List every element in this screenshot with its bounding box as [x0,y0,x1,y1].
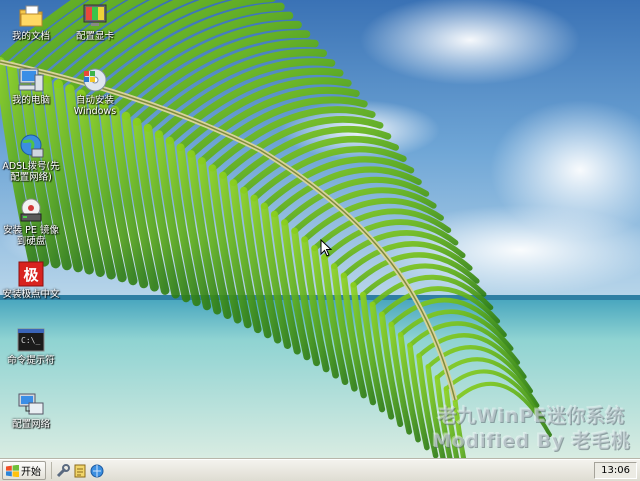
windows-setup-cd-icon [80,66,110,94]
system-tray: 13:06 [594,462,637,479]
icon-label: 安装 PE 镜像 到硬盘 [3,225,59,247]
desktop-icon-command-prompt[interactable]: C:\_ 命令提示符 [0,326,62,366]
tool-icon[interactable] [56,463,70,478]
browser-icon[interactable] [90,464,104,478]
mouse-cursor-icon [320,239,332,257]
quick-launch-bar [51,462,104,479]
desktop-icon-windows-setup[interactable]: 自动安装 Windows [64,66,126,117]
icon-label: 命令提示符 [7,355,55,366]
icon-label: 我的文档 [11,31,50,42]
desktop-icon-install-pe-image[interactable]: 安装 PE 镜像 到硬盘 [0,196,62,247]
command-prompt-icon: C:\_ [16,326,46,354]
icon-label: 配置显卡 [75,31,114,42]
icon-label: 配置网络 [11,419,50,430]
desktop[interactable]: 我的文档 配置显卡 我的电脑 自动安装 Windows ADSL拨号(先 配置网… [0,0,640,459]
display-settings-icon [80,2,110,30]
clock[interactable]: 13:06 [601,465,630,476]
desktop-icon-my-documents[interactable]: 我的文档 [0,2,62,42]
desktop-icon-adsl-dialup[interactable]: ADSL拨号(先 配置网络) [0,132,62,183]
taskbar: 开始 13:06 [0,459,640,481]
start-button[interactable]: 开始 [2,461,46,480]
icon-label: ADSL拨号(先 配置网络) [2,161,60,183]
windows-logo-icon [6,464,19,477]
icon-label: 自动安装 Windows [73,95,117,117]
network-config-icon [16,390,46,418]
start-label: 开始 [21,467,41,478]
my-computer-icon [16,66,46,94]
chinese-input-icon: 极 [16,260,46,288]
notepad-icon[interactable] [74,464,86,478]
svg-text:极: 极 [23,266,39,284]
watermark-line-1: 老九WinPE迷你系统 [437,405,625,427]
svg-text:C:\_: C:\_ [21,336,40,345]
icon-label: 安装极点中文 [2,289,60,300]
desktop-icon-chinese-input[interactable]: 极 安装极点中文 [0,260,62,300]
network-globe-icon [16,132,46,160]
my-documents-icon [16,2,46,30]
watermark-line-2: Modified By 老毛桃 [432,430,630,452]
desktop-icon-my-computer[interactable]: 我的电脑 [0,66,62,106]
desktop-icon-display-settings[interactable]: 配置显卡 [64,2,126,42]
watermark-text: 老九WinPE迷你系统 Modified By 老毛桃 [432,404,630,454]
desktop-icon-network-config[interactable]: 配置网络 [0,390,62,430]
icon-label: 我的电脑 [11,95,50,106]
disk-install-icon [16,196,46,224]
